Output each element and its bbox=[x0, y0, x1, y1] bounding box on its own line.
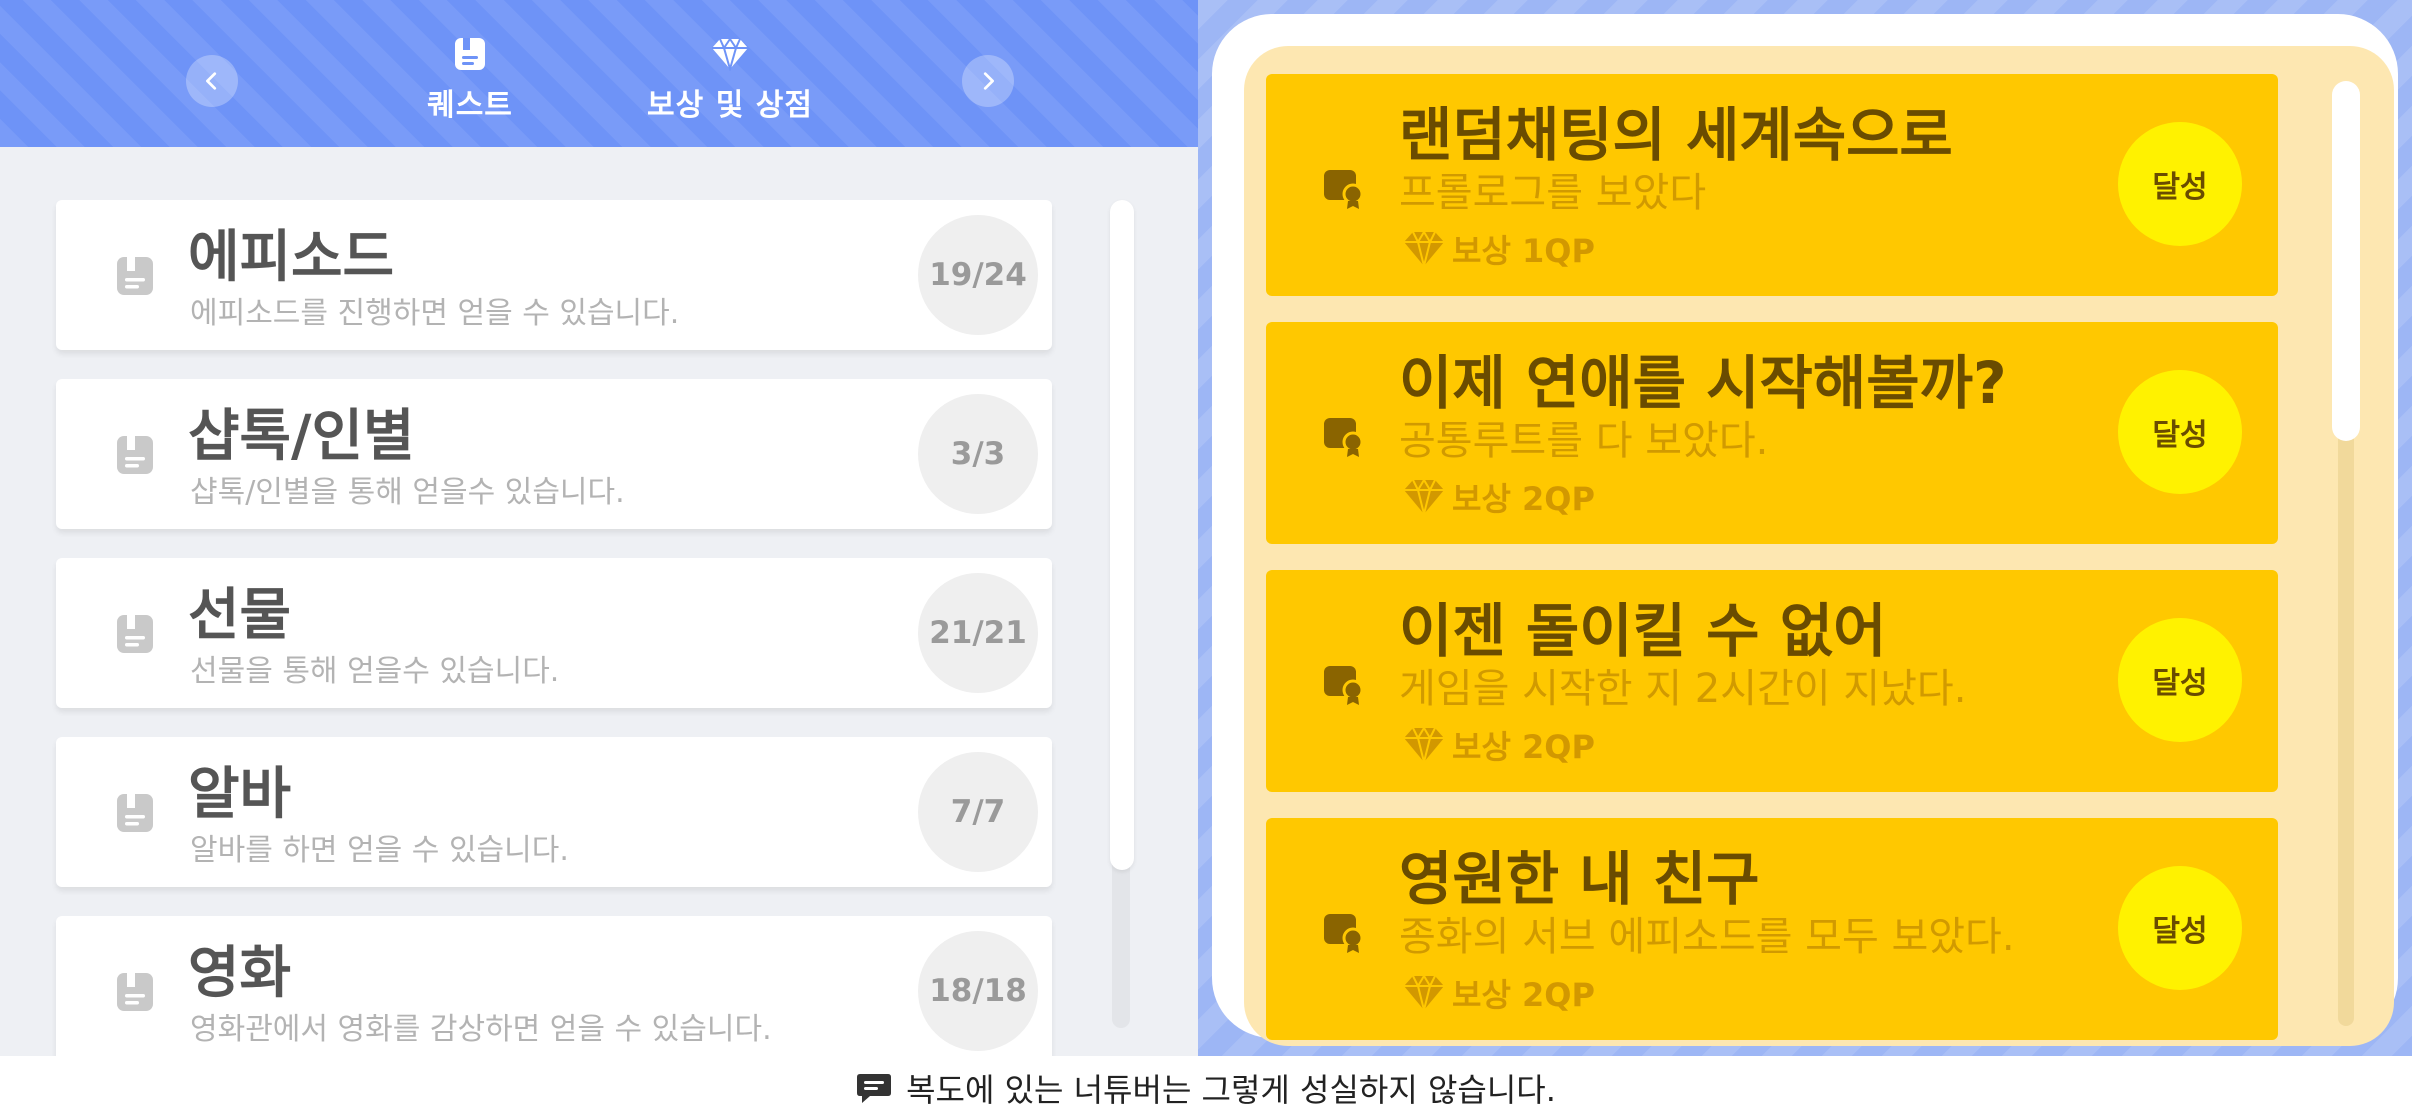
achievement-reward: 보상 2QP bbox=[1402, 970, 1595, 1016]
quest-book-icon bbox=[450, 36, 490, 72]
quest-title: 에피소드 bbox=[188, 225, 395, 290]
quest-card-sharptalk[interactable]: 샵톡/인별 샵톡/인별을 통해 얻을수 있습니다. 3/3 bbox=[56, 379, 1052, 529]
header-bar: 퀘스트 보상 및 상점 bbox=[0, 0, 1198, 147]
achievement-description: 게임을 시작한 지 2시간이 지났다. bbox=[1399, 666, 1967, 712]
achievement-frame: 랜덤채팅의 세계속으로 프롤로그를 보았다 보상 1QP 달성 이제 연애를 시… bbox=[1212, 14, 2398, 1046]
quest-description: 선물을 통해 얻을수 있습니다. bbox=[190, 654, 560, 689]
achievement-claim-button[interactable]: 달성 bbox=[2118, 122, 2242, 246]
achievement-reward-text: 보상 1QP bbox=[1452, 232, 1595, 270]
achievement-scrollbar-thumb[interactable] bbox=[2332, 81, 2360, 441]
achievement-card: 이제 연애를 시작해볼까? 공통루트를 다 보았다. 보상 2QP 달성 bbox=[1266, 322, 2278, 544]
achievement-reward: 보상 1QP bbox=[1402, 226, 1595, 272]
achievement-reward-text: 보상 2QP bbox=[1452, 976, 1595, 1014]
achievement-reward-text: 보상 2QP bbox=[1452, 480, 1595, 518]
quest-book-icon bbox=[117, 794, 153, 832]
achievement-card: 영원한 내 친구 종화의 서브 에피소드를 모두 보았다. 보상 2QP 달성 bbox=[1266, 818, 2278, 1040]
diamond-icon bbox=[1404, 478, 1444, 515]
quest-list: 에피소드 에피소드를 진행하면 얻을 수 있습니다. 19/24 샵톡/인별 샵… bbox=[56, 200, 1052, 1056]
achievement-inner: 랜덤채팅의 세계속으로 프롤로그를 보았다 보상 1QP 달성 이제 연애를 시… bbox=[1244, 46, 2394, 1046]
achievement-reward-text: 보상 2QP bbox=[1452, 728, 1595, 766]
quest-panel: 퀘스트 보상 및 상점 에피소드 에피소드를 진행하면 얻을 수 있습니다. 1… bbox=[0, 0, 1198, 1056]
quest-progress-badge: 19/24 bbox=[918, 215, 1038, 335]
tab-quest[interactable]: 퀘스트 bbox=[420, 36, 520, 124]
quest-book-icon bbox=[117, 615, 153, 653]
quest-title: 선물 bbox=[188, 583, 292, 648]
quest-card-episode[interactable]: 에피소드 에피소드를 진행하면 얻을 수 있습니다. 19/24 bbox=[56, 200, 1052, 350]
diamond-icon bbox=[1404, 726, 1444, 763]
achievement-reward: 보상 2QP bbox=[1402, 722, 1595, 768]
achievement-description: 프롤로그를 보았다 bbox=[1399, 170, 1707, 216]
diamond-icon bbox=[1404, 974, 1444, 1011]
quest-card-gift[interactable]: 선물 선물을 통해 얻을수 있습니다. 21/21 bbox=[56, 558, 1052, 708]
achievement-list: 랜덤채팅의 세계속으로 프롤로그를 보았다 보상 1QP 달성 이제 연애를 시… bbox=[1266, 74, 2278, 1046]
quest-book-icon bbox=[117, 257, 153, 295]
quest-description: 알바를 하면 얻을 수 있습니다. bbox=[190, 833, 569, 868]
achievement-card: 이젠 돌이킬 수 없어 게임을 시작한 지 2시간이 지났다. 보상 2QP 달… bbox=[1266, 570, 2278, 792]
quest-progress-badge: 7/7 bbox=[918, 752, 1038, 872]
quest-progress-badge: 3/3 bbox=[918, 394, 1038, 514]
tab-rewards-shop[interactable]: 보상 및 상점 bbox=[640, 36, 820, 124]
achievement-claim-button[interactable]: 달성 bbox=[2118, 370, 2242, 494]
quest-title: 샵톡/인별 bbox=[188, 404, 415, 469]
achievement-reward: 보상 2QP bbox=[1402, 474, 1595, 520]
quest-book-icon bbox=[117, 436, 153, 474]
certificate-icon bbox=[1324, 914, 1364, 953]
quest-title: 알바 bbox=[188, 762, 292, 827]
quest-card-movie[interactable]: 영화 영화관에서 영화를 감상하면 얻을 수 있습니다. 18/18 bbox=[56, 916, 1052, 1056]
tab-quest-label: 퀘스트 bbox=[427, 88, 513, 123]
diamond-icon bbox=[1404, 230, 1444, 267]
achievement-panel: 랜덤채팅의 세계속으로 프롤로그를 보았다 보상 1QP 달성 이제 연애를 시… bbox=[1198, 0, 2412, 1056]
quest-description: 에피소드를 진행하면 얻을 수 있습니다. bbox=[190, 296, 680, 331]
certificate-icon bbox=[1324, 170, 1364, 209]
quest-description: 샵톡/인별을 통해 얻을수 있습니다. bbox=[190, 475, 625, 510]
achievement-description: 공통루트를 다 보았다. bbox=[1399, 418, 1769, 464]
chevron-left-icon bbox=[206, 72, 217, 90]
quest-book-icon bbox=[117, 973, 153, 1011]
prev-page-button[interactable] bbox=[186, 55, 238, 107]
certificate-icon bbox=[1324, 418, 1364, 457]
achievement-claim-button[interactable]: 달성 bbox=[2118, 618, 2242, 742]
chat-icon bbox=[857, 1074, 892, 1103]
tab-rewards-shop-label: 보상 및 상점 bbox=[647, 88, 813, 123]
quest-description: 영화관에서 영화를 감상하면 얻을 수 있습니다. bbox=[190, 1012, 772, 1047]
next-page-button[interactable] bbox=[962, 55, 1014, 107]
quest-scrollbar-thumb[interactable] bbox=[1110, 200, 1134, 870]
dialogue-text: 복도에 있는 너튜버는 그렇게 성실하지 않습니다. bbox=[906, 1071, 1556, 1109]
quest-progress-badge: 21/21 bbox=[918, 573, 1038, 693]
achievement-card: 랜덤채팅의 세계속으로 프롤로그를 보았다 보상 1QP 달성 bbox=[1266, 74, 2278, 296]
achievement-description: 종화의 서브 에피소드를 모두 보았다. bbox=[1399, 914, 2015, 960]
chevron-right-icon bbox=[983, 72, 994, 90]
achievement-claim-button[interactable]: 달성 bbox=[2118, 866, 2242, 990]
diamond-icon bbox=[710, 36, 750, 72]
quest-progress-badge: 18/18 bbox=[918, 931, 1038, 1051]
quest-card-parttime[interactable]: 알바 알바를 하면 얻을 수 있습니다. 7/7 bbox=[56, 737, 1052, 887]
certificate-icon bbox=[1324, 666, 1364, 705]
quest-title: 영화 bbox=[188, 941, 292, 1006]
dialogue-bar[interactable]: 복도에 있는 너튜버는 그렇게 성실하지 않습니다. bbox=[0, 1056, 2412, 1120]
